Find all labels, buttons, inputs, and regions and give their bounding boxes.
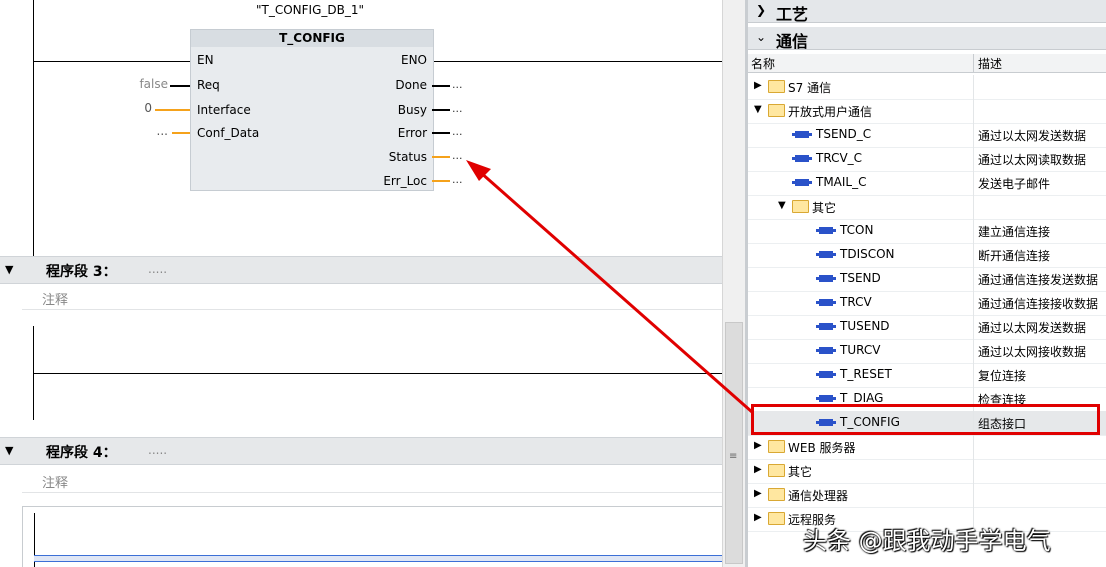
watermark-text: 头条 @跟我动手学电气: [803, 527, 1051, 555]
annotation-arrow: [466, 160, 753, 414]
